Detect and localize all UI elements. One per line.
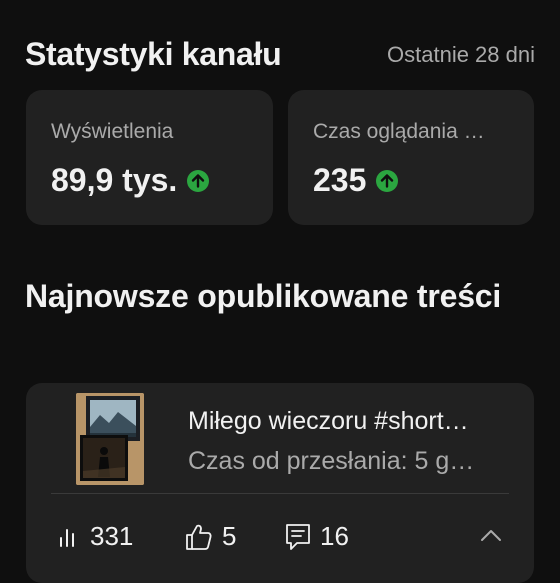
video-upload-time: Czas od przesłania: 5 g… bbox=[188, 447, 475, 475]
comment-icon bbox=[286, 523, 310, 550]
watch-time-stat-card[interactable]: Czas oglądania … 235 bbox=[288, 90, 534, 225]
views-value: 89,9 tys. bbox=[51, 162, 178, 198]
divider bbox=[51, 493, 509, 494]
watch-time-label: Czas oglądania … bbox=[313, 120, 485, 143]
chevron-up-icon[interactable] bbox=[480, 528, 502, 542]
bar-chart-icon bbox=[60, 528, 74, 547]
watch-time-value-row: 235 bbox=[313, 162, 399, 199]
watch-time-value: 235 bbox=[313, 162, 367, 198]
views-value-row: 89,9 tys. bbox=[51, 162, 210, 199]
date-range-label[interactable]: Ostatnie 28 dni bbox=[387, 42, 535, 68]
video-views-count: 331 bbox=[90, 521, 134, 551]
channel-stats-header: Statystyki kanału Ostatnie 28 dni bbox=[25, 36, 535, 76]
video-likes-count: 5 bbox=[222, 521, 237, 551]
video-comments-count: 16 bbox=[320, 521, 349, 551]
arrow-up-circle-icon bbox=[187, 169, 210, 192]
thumbs-up-icon bbox=[186, 524, 212, 550]
latest-content-title: Najnowsze opublikowane treści bbox=[25, 278, 502, 314]
video-title[interactable]: Miłego wieczoru #short… bbox=[188, 407, 469, 436]
views-label: Wyświetlenia bbox=[51, 120, 174, 143]
video-likes-metric: 5 bbox=[184, 521, 236, 552]
page-title: Statystyki kanału bbox=[25, 36, 282, 72]
views-stat-card[interactable]: Wyświetlenia 89,9 tys. bbox=[26, 90, 273, 225]
video-thumbnail[interactable] bbox=[76, 393, 144, 485]
video-comments-metric: 16 bbox=[284, 521, 349, 552]
latest-video-card[interactable]: Miłego wieczoru #short… Czas od przesłan… bbox=[26, 383, 534, 583]
video-views-metric: 331 bbox=[56, 521, 133, 552]
arrow-up-circle-icon bbox=[376, 169, 399, 192]
